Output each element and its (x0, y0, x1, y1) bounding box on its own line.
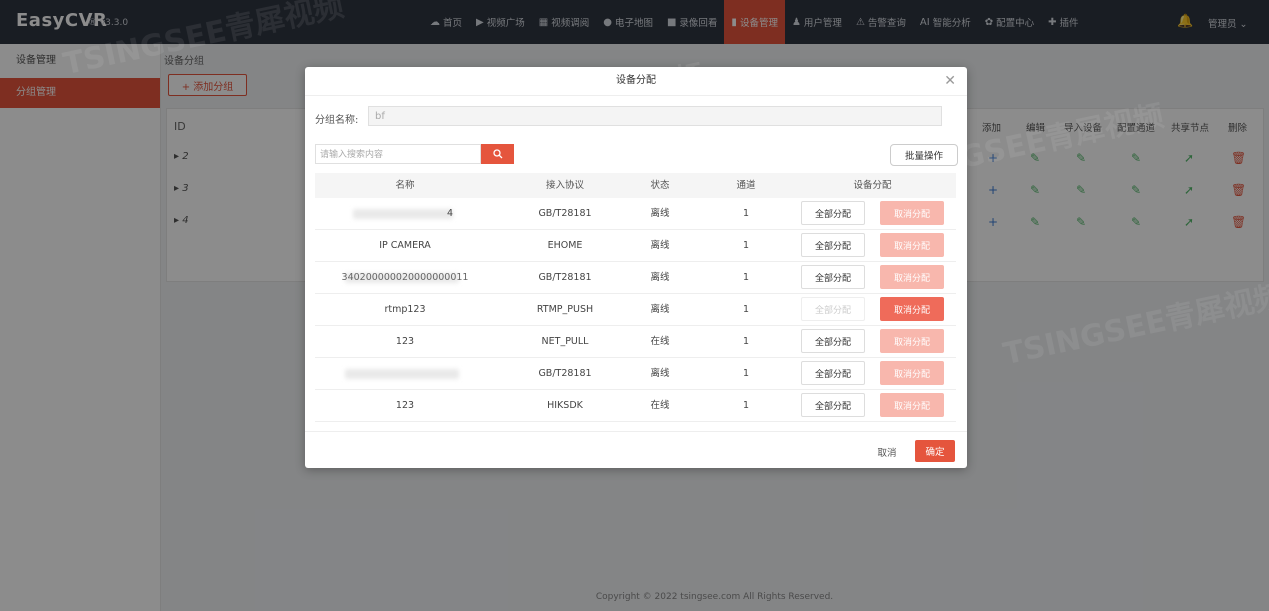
dialog-title: 设备分配 (305, 67, 967, 96)
search-input[interactable]: 请输入搜索内容 (315, 144, 481, 164)
device-channels: 1 (742, 368, 750, 379)
device-channels: 1 (742, 272, 750, 283)
assign-all-button[interactable]: 全部分配 (801, 233, 865, 257)
column-name: 名称 (395, 180, 415, 191)
device-channels: 1 (742, 208, 750, 219)
device-protocol: HIKSDK (547, 400, 583, 411)
assign-all-button[interactable]: 全部分配 (801, 265, 865, 289)
dialog-footer-divider (305, 431, 967, 432)
batch-operation-button[interactable]: 批量操作 (890, 144, 958, 166)
cancel-assign-button[interactable]: 取消分配 (880, 265, 944, 289)
close-icon[interactable]: ✕ (944, 73, 956, 89)
device-name: 340200000020000000011 (341, 272, 469, 283)
device-status: 离线 (650, 272, 670, 283)
device-name: 123 (395, 400, 415, 411)
device-channels: 1 (742, 304, 750, 315)
column-assign: 设备分配 (853, 180, 892, 191)
device-channels: 1 (742, 240, 750, 251)
group-name-field[interactable]: bf (368, 106, 942, 126)
column-channels: 通道 (736, 180, 756, 191)
table-row: GB/T28181 离线 1 全部分配 取消分配 (315, 358, 956, 390)
device-status: 离线 (650, 240, 670, 251)
table-row: 123 HIKSDK 在线 1 全部分配 取消分配 (315, 390, 956, 422)
cancel-button[interactable]: 取消 (872, 442, 902, 462)
table-row: 340200000020000000011 GB/T28181 离线 1 全部分配 取消分… (315, 262, 956, 294)
device-name: 123 (395, 336, 415, 347)
cancel-assign-button[interactable]: 取消分配 (880, 393, 944, 417)
device-status: 离线 (650, 368, 670, 379)
device-status: 离线 (650, 304, 670, 315)
column-status: 状态 (650, 180, 670, 191)
assign-all-button[interactable]: 全部分配 (801, 329, 865, 353)
device-status: 离线 (650, 208, 670, 219)
device-status: 在线 (650, 336, 670, 347)
device-protocol: NET_PULL (541, 336, 589, 347)
device-channels: 1 (742, 400, 750, 411)
device-name: 4 (446, 208, 454, 219)
device-assign-dialog: 设备分配 ✕ 分组名称: bf 请输入搜索内容 批量操作 名称 接入协议 状态 … (305, 67, 967, 468)
assign-all-button[interactable]: 全部分配 (801, 393, 865, 417)
device-protocol: GB/T28181 (538, 272, 592, 283)
device-protocol: EHOME (547, 240, 583, 251)
cancel-assign-button[interactable]: 取消分配 (880, 361, 944, 385)
device-protocol: RTMP_PUSH (536, 304, 594, 315)
search-icon (492, 149, 502, 159)
device-name (315, 358, 495, 389)
table-row: rtmp123 RTMP_PUSH 离线 1 全部分配 取消分配 (315, 294, 956, 326)
device-protocol: GB/T28181 (538, 368, 592, 379)
cancel-assign-button[interactable]: 取消分配 (880, 297, 944, 321)
confirm-button[interactable]: 确定 (915, 440, 955, 462)
search-button[interactable] (481, 144, 514, 164)
cancel-assign-button[interactable]: 取消分配 (880, 233, 944, 257)
cancel-assign-button[interactable]: 取消分配 (880, 329, 944, 353)
table-row: 4 GB/T28181 离线 1 全部分配 取消分配 (315, 198, 956, 230)
column-protocol: 接入协议 (545, 180, 584, 191)
device-channels: 1 (742, 336, 750, 347)
device-status: 在线 (650, 400, 670, 411)
group-name-label: 分组名称: (315, 115, 359, 126)
assign-all-button[interactable]: 全部分配 (801, 297, 865, 321)
assign-all-button[interactable]: 全部分配 (801, 361, 865, 385)
device-name: IP CAMERA (379, 240, 431, 251)
device-name: rtmp123 (384, 304, 426, 315)
table-row: IP CAMERA EHOME 离线 1 全部分配 取消分配 (315, 230, 956, 262)
device-table-header: 名称 接入协议 状态 通道 设备分配 (315, 173, 956, 198)
cancel-assign-button[interactable]: 取消分配 (880, 201, 944, 225)
device-protocol: GB/T28181 (538, 208, 592, 219)
table-row: 123 NET_PULL 在线 1 全部分配 取消分配 (315, 326, 956, 358)
assign-all-button[interactable]: 全部分配 (801, 201, 865, 225)
